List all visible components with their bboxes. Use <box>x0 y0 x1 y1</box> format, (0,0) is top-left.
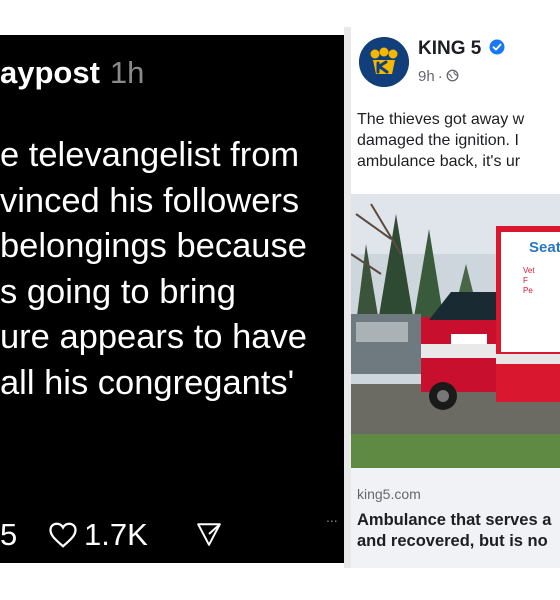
king5-logo[interactable] <box>359 37 409 87</box>
heart-icon <box>49 522 77 548</box>
post-text-line: s going to bring <box>0 272 236 311</box>
post-actions: 5 1.7K ... <box>0 509 344 557</box>
like-button[interactable]: 1.7K <box>48 517 148 553</box>
ambulance-side-text: Vet F Pe <box>523 266 535 296</box>
ambulance-photo[interactable]: Seatt Vet F Pe <box>351 194 560 468</box>
divider <box>344 27 351 568</box>
facebook-post-screenshot: KING 5 9h · The thieves got away w damage… <box>351 27 560 568</box>
side-line: Pe <box>523 286 533 295</box>
send-icon <box>197 523 221 546</box>
post-text-line: belongings because <box>0 227 307 265</box>
post-time: 1h <box>109 55 145 90</box>
page-name[interactable]: KING 5 <box>418 38 505 60</box>
link-title[interactable]: Ambulance that serves a and recovered, b… <box>357 510 560 552</box>
like-count: 1.7K <box>84 517 148 552</box>
reply-count: 5 <box>0 517 18 552</box>
post-text-line: e televangelist from <box>0 136 300 174</box>
ambulance-label: Seatt <box>529 239 560 256</box>
verified-badge-icon <box>489 39 505 55</box>
side-line: F <box>523 276 528 285</box>
share-button[interactable] <box>196 521 222 547</box>
post-meta: 9h · <box>418 68 459 85</box>
post-text-line: damaged the ignition. I <box>357 132 519 149</box>
ambulance-photo-image <box>351 194 560 468</box>
post-text: The thieves got away w damaged the ignit… <box>357 109 560 172</box>
link-title-line: and recovered, but is no <box>357 532 548 550</box>
threads-post-screenshot: aypost 1h e televangelist from vinced his… <box>0 35 344 563</box>
post-time[interactable]: 9h <box>418 68 435 85</box>
page-name-text: KING 5 <box>418 38 482 59</box>
link-title-line: Ambulance that serves a <box>357 511 552 529</box>
post-text-line: vinced his followers <box>0 181 300 220</box>
username[interactable]: aypost <box>0 55 100 90</box>
post-text-line: ambulance back, it's ur <box>357 153 521 170</box>
post-text: e televangelist from vinced his follower… <box>0 133 344 406</box>
side-line: Vet <box>523 266 535 275</box>
globe-icon <box>446 69 459 82</box>
post-text-line: all his congregants' <box>0 363 295 402</box>
post-text-line: ure appears to have <box>0 318 307 356</box>
more-options-icon[interactable]: ... <box>326 509 338 525</box>
link-domain: king5.com <box>357 486 421 502</box>
post-header: aypost 1h <box>0 55 144 91</box>
king5-logo-icon <box>359 37 409 87</box>
post-text-line: The thieves got away w <box>357 111 525 128</box>
